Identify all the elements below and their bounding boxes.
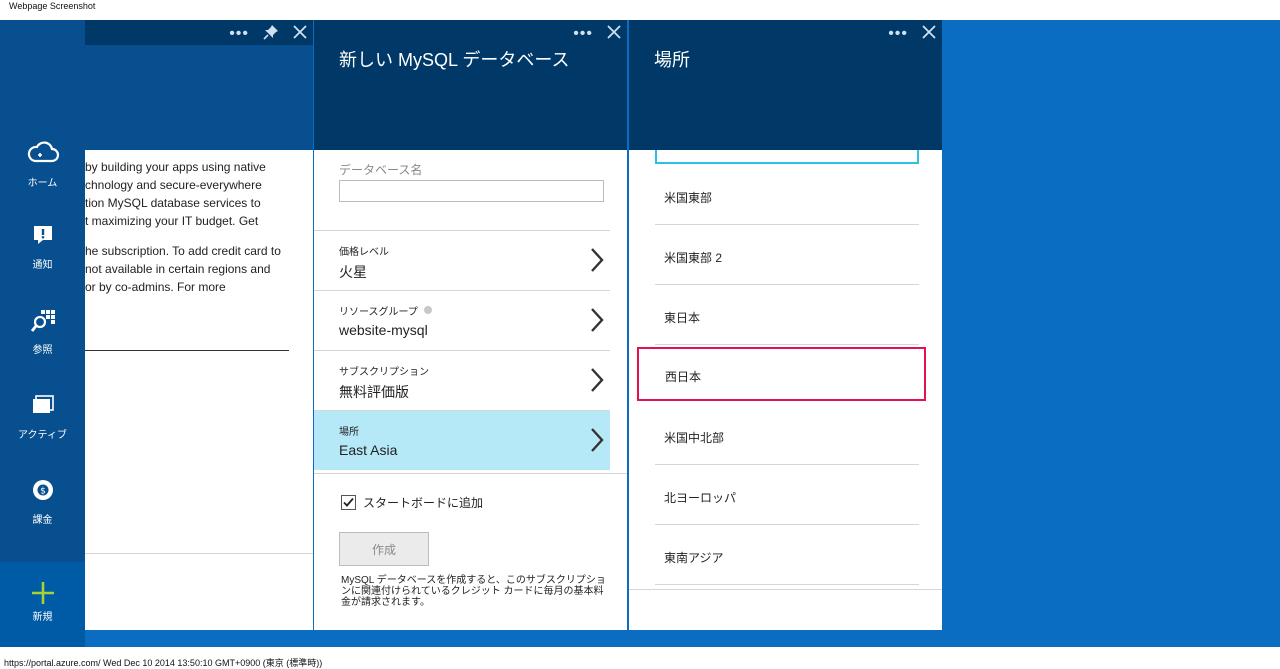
location-label: 場所: [339, 427, 359, 438]
blade-location-header: ••• 場所: [629, 20, 942, 150]
resource-group-row[interactable]: リソースグループ website-mysql: [314, 290, 610, 350]
more-icon[interactable]: •••: [888, 26, 908, 42]
create-button[interactable]: 作成: [339, 532, 429, 566]
close-icon[interactable]: [922, 24, 936, 44]
nav-item-active[interactable]: アクティブ: [0, 390, 85, 441]
more-icon[interactable]: •••: [229, 26, 249, 42]
billing-note: MySQL データベースを作成すると、このサブスクリプションに関連付けられている…: [341, 575, 606, 608]
left-nav: ホーム 通知 参照 アクティブ $ 課金 新規: [0, 20, 85, 647]
desc-line: by building your apps using native: [85, 160, 266, 174]
nav-item-home[interactable]: ホーム: [0, 138, 85, 189]
new-label: 新規: [32, 612, 53, 623]
blade-overview-banner: [85, 45, 313, 150]
nav-label-notifications: 通知: [32, 260, 53, 271]
divider: [314, 473, 627, 474]
resource-group-label-text: リソースグループ: [339, 307, 418, 318]
browse-icon: [0, 305, 85, 335]
location-item[interactable]: 東日本: [655, 285, 919, 345]
pricing-tier-value: 火星: [339, 264, 367, 280]
blade-new-mysql-tools: •••: [573, 24, 621, 44]
subscription-row[interactable]: サブスクリプション 無料評価版: [314, 350, 610, 410]
database-name-input[interactable]: [339, 180, 604, 202]
notification-icon: [0, 220, 85, 250]
chevron-right-icon: [590, 367, 604, 398]
window-titlebar: Webpage Screenshot: [0, 0, 1280, 20]
location-item[interactable]: 米国東部 2: [655, 225, 919, 285]
blade-overview-footer: [85, 553, 313, 554]
pin-checkbox[interactable]: [341, 495, 356, 510]
pricing-tier-label: 価格レベル: [339, 247, 389, 258]
blade-overview-header: •••: [85, 20, 313, 45]
pin-to-startboard[interactable]: スタートボードに追加: [341, 494, 483, 511]
blade-location-tools: •••: [888, 24, 936, 44]
desc-line: or by co-admins. For more: [85, 280, 226, 294]
location-value: East Asia: [339, 442, 398, 458]
blade-overview-tools: •••: [229, 24, 307, 44]
new-button[interactable]: 新規: [0, 562, 85, 647]
blade-title: 新しい MySQL データベース: [339, 50, 570, 70]
nav-label-billing: 課金: [32, 515, 53, 526]
close-icon[interactable]: [293, 24, 307, 44]
billing-icon: $: [0, 475, 85, 505]
nav-item-browse[interactable]: 参照: [0, 305, 85, 356]
blade-overview-description: by building your apps using native chnol…: [85, 158, 295, 308]
chevron-right-icon: [590, 247, 604, 278]
nav-item-notifications[interactable]: 通知: [0, 220, 85, 271]
resource-group-label: リソースグループ: [339, 303, 432, 318]
chevron-right-icon: [590, 427, 604, 458]
location-item[interactable]: 米国東部: [655, 165, 919, 225]
resource-group-value: website-mysql: [339, 322, 428, 338]
nav-label-browse: 参照: [32, 345, 53, 356]
nav-item-billing[interactable]: $ 課金: [0, 475, 85, 526]
pin-icon[interactable]: [263, 24, 279, 45]
plus-icon: [0, 562, 85, 608]
blade-title: 場所: [654, 50, 690, 70]
pricing-tier-row[interactable]: 価格レベル 火星: [314, 230, 610, 290]
location-item-highlighted[interactable]: 西日本: [637, 347, 926, 401]
pin-label: スタートボードに追加: [363, 496, 484, 510]
desc-line: he subscription. To add credit card to: [85, 244, 281, 258]
window-title: Webpage Screenshot: [9, 1, 96, 11]
location-item[interactable]: 東南アジア: [655, 525, 919, 585]
subscription-label: サブスクリプション: [339, 367, 429, 378]
close-icon[interactable]: [607, 24, 621, 44]
location-search-box[interactable]: [655, 150, 919, 164]
more-icon[interactable]: •••: [573, 26, 593, 42]
cloud-icon: [0, 138, 85, 168]
desc-line: tion MySQL database services to: [85, 196, 261, 210]
database-name-label: データベース名: [339, 163, 423, 177]
active-windows-icon: [0, 390, 85, 420]
blade-location: ••• 場所 米国東部 米国東部 2 東日本 西日本 米国中北部 北ヨーロッパ …: [629, 20, 942, 630]
location-item[interactable]: 北ヨーロッパ: [655, 465, 919, 525]
nav-label-home: ホーム: [27, 178, 58, 189]
nav-label-active: アクティブ: [18, 430, 67, 441]
blade-location-footer: [629, 589, 942, 590]
desc-line: t maximizing your IT budget. Get: [85, 214, 259, 228]
blade-new-mysql-database: ••• 新しい MySQL データベース データベース名 価格レベル 火星 リソ…: [314, 20, 627, 630]
azure-portal: ホーム 通知 参照 アクティブ $ 課金 新規 ••• by building …: [0, 20, 1280, 647]
divider: [85, 350, 289, 351]
chevron-right-icon: [590, 307, 604, 338]
subscription-value: 無料評価版: [339, 384, 409, 400]
checkmark-icon: [343, 497, 354, 507]
info-icon: [423, 306, 432, 314]
status-bar: https://portal.azure.com/ Wed Dec 10 201…: [0, 647, 1280, 668]
location-item[interactable]: 米国中北部: [655, 405, 919, 465]
blade-new-mysql-header: ••• 新しい MySQL データベース: [314, 20, 627, 150]
blade-overview: ••• by building your apps using native c…: [85, 20, 313, 630]
svg-text:$: $: [40, 487, 46, 497]
desc-line: not available in certain regions and: [85, 262, 271, 276]
desc-line: chnology and secure-everywhere: [85, 178, 262, 192]
location-row[interactable]: 場所 East Asia: [314, 410, 610, 470]
